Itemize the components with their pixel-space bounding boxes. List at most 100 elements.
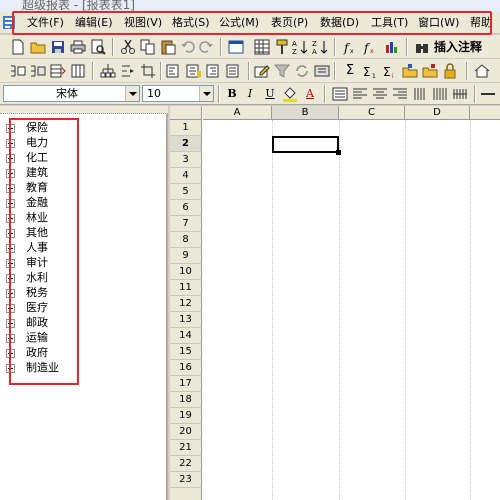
menu-formula[interactable]: 公式(M) bbox=[219, 15, 259, 31]
delete-row-icon[interactable] bbox=[50, 63, 66, 79]
home-icon[interactable] bbox=[474, 63, 490, 79]
distributed-align-icon[interactable] bbox=[432, 86, 448, 102]
cut-icon[interactable] bbox=[120, 39, 136, 55]
grid-icon[interactable] bbox=[254, 39, 270, 55]
row-header[interactable]: 9 bbox=[170, 248, 202, 264]
fill-color-icon[interactable] bbox=[282, 86, 298, 102]
chevron-down-icon[interactable] bbox=[199, 86, 213, 101]
align-center-icon[interactable] bbox=[186, 63, 202, 79]
tree-structure-icon[interactable] bbox=[100, 63, 116, 79]
expand-plus-icon[interactable] bbox=[6, 364, 15, 373]
expand-plus-icon[interactable] bbox=[6, 199, 15, 208]
expand-plus-icon[interactable] bbox=[6, 214, 15, 223]
column-header-d[interactable]: D bbox=[405, 106, 470, 120]
sum-column-icon[interactable]: Σi bbox=[382, 63, 398, 79]
print-icon[interactable] bbox=[70, 39, 86, 55]
font-size-select[interactable]: 10 bbox=[142, 85, 214, 102]
expand-plus-icon[interactable] bbox=[6, 139, 15, 148]
align-right-icon[interactable] bbox=[206, 63, 222, 79]
row-header[interactable]: 11 bbox=[170, 280, 202, 296]
insert-row-icon[interactable] bbox=[10, 63, 26, 79]
bold-button[interactable]: B bbox=[224, 86, 240, 102]
insert-column-icon[interactable] bbox=[30, 63, 46, 79]
row-header[interactable]: 20 bbox=[170, 424, 202, 440]
row-header[interactable]: 22 bbox=[170, 456, 202, 472]
expand-plus-icon[interactable] bbox=[6, 304, 15, 313]
format-painter-icon[interactable] bbox=[274, 39, 290, 55]
text-align-center-icon[interactable] bbox=[372, 86, 388, 102]
line-style-icon[interactable] bbox=[480, 86, 496, 102]
formula-icon[interactable]: fx bbox=[362, 39, 378, 55]
row-header[interactable]: 23 bbox=[170, 472, 202, 488]
text-align-right-icon[interactable] bbox=[392, 86, 408, 102]
row-header[interactable]: 10 bbox=[170, 264, 202, 280]
insert-comment-button[interactable]: 插入注释 bbox=[434, 39, 482, 55]
column-header-partial[interactable] bbox=[470, 106, 500, 120]
row-header[interactable]: 18 bbox=[170, 392, 202, 408]
menu-data[interactable]: 数据(D) bbox=[320, 15, 359, 31]
function-icon[interactable]: fx bbox=[342, 39, 358, 55]
row-header[interactable]: 5 bbox=[170, 184, 202, 200]
lock-icon[interactable] bbox=[442, 63, 458, 79]
row-header[interactable]: 19 bbox=[170, 408, 202, 424]
copy-icon[interactable] bbox=[140, 39, 156, 55]
merge-cells-icon[interactable] bbox=[452, 86, 468, 102]
fill-handle[interactable] bbox=[336, 150, 341, 155]
expand-plus-icon[interactable] bbox=[6, 274, 15, 283]
expand-plus-icon[interactable] bbox=[6, 349, 15, 358]
row-header[interactable]: 16 bbox=[170, 360, 202, 376]
crop-icon[interactable] bbox=[140, 63, 156, 79]
undo-icon[interactable] bbox=[180, 39, 196, 55]
edit-cell-icon[interactable] bbox=[254, 63, 270, 79]
split-icon[interactable] bbox=[120, 63, 136, 79]
underline-button[interactable]: U bbox=[262, 86, 278, 102]
expand-plus-icon[interactable] bbox=[6, 259, 15, 268]
row-header[interactable]: 21 bbox=[170, 440, 202, 456]
import-folder-icon[interactable] bbox=[402, 63, 418, 79]
sum-row-icon[interactable]: Σ1 bbox=[362, 63, 378, 79]
justify-icon[interactable] bbox=[226, 63, 242, 79]
sort-ascending-icon[interactable]: AZ bbox=[292, 39, 308, 55]
font-color-button[interactable]: A bbox=[302, 86, 318, 102]
expand-plus-icon[interactable] bbox=[6, 289, 15, 298]
menu-help[interactable]: 帮助 bbox=[470, 15, 492, 31]
sort-descending-icon[interactable]: ZA bbox=[312, 39, 328, 55]
column-header-b[interactable]: B bbox=[272, 106, 339, 120]
row-header[interactable]: 14 bbox=[170, 328, 202, 344]
delete-column-icon[interactable] bbox=[70, 63, 86, 79]
expand-plus-icon[interactable] bbox=[6, 184, 15, 193]
vertical-align-icon[interactable] bbox=[412, 86, 428, 102]
expand-plus-icon[interactable] bbox=[6, 334, 15, 343]
selected-cell-b2[interactable] bbox=[272, 136, 341, 155]
menu-file[interactable]: 文件(F) bbox=[27, 15, 64, 31]
expand-plus-icon[interactable] bbox=[6, 169, 15, 178]
row-header[interactable]: 17 bbox=[170, 376, 202, 392]
open-folder-icon[interactable] bbox=[30, 39, 46, 55]
row-header[interactable]: 3 bbox=[170, 152, 202, 168]
menu-format[interactable]: 格式(S) bbox=[172, 15, 210, 31]
column-header-c[interactable]: C bbox=[339, 106, 405, 120]
menu-window[interactable]: 窗口(W) bbox=[418, 15, 459, 31]
expand-plus-icon[interactable] bbox=[6, 229, 15, 238]
spreadsheet-grid[interactable]: A B C D 1 2 3 4 5 6 7 8 9 10 11 12 13 14… bbox=[170, 106, 500, 500]
border-icon[interactable] bbox=[332, 86, 348, 102]
row-header[interactable]: 7 bbox=[170, 216, 202, 232]
align-left-icon[interactable] bbox=[166, 63, 182, 79]
font-name-select[interactable]: 宋体 bbox=[3, 85, 140, 102]
print-preview-icon[interactable] bbox=[90, 39, 106, 55]
redo-icon[interactable] bbox=[198, 39, 214, 55]
save-icon[interactable] bbox=[50, 39, 66, 55]
menu-tools[interactable]: 工具(T) bbox=[371, 15, 408, 31]
expand-plus-icon[interactable] bbox=[6, 244, 15, 253]
row-header[interactable]: 2 bbox=[170, 136, 202, 152]
binoculars-icon[interactable] bbox=[414, 39, 430, 55]
new-file-icon[interactable] bbox=[10, 39, 26, 55]
refresh-icon[interactable] bbox=[294, 63, 310, 79]
select-all-corner[interactable] bbox=[170, 106, 202, 120]
row-header[interactable]: 4 bbox=[170, 168, 202, 184]
chart-icon[interactable] bbox=[384, 39, 400, 55]
paste-icon[interactable] bbox=[160, 39, 176, 55]
chevron-down-icon[interactable] bbox=[125, 86, 139, 101]
row-header[interactable]: 13 bbox=[170, 312, 202, 328]
row-header[interactable]: 1 bbox=[170, 120, 202, 136]
